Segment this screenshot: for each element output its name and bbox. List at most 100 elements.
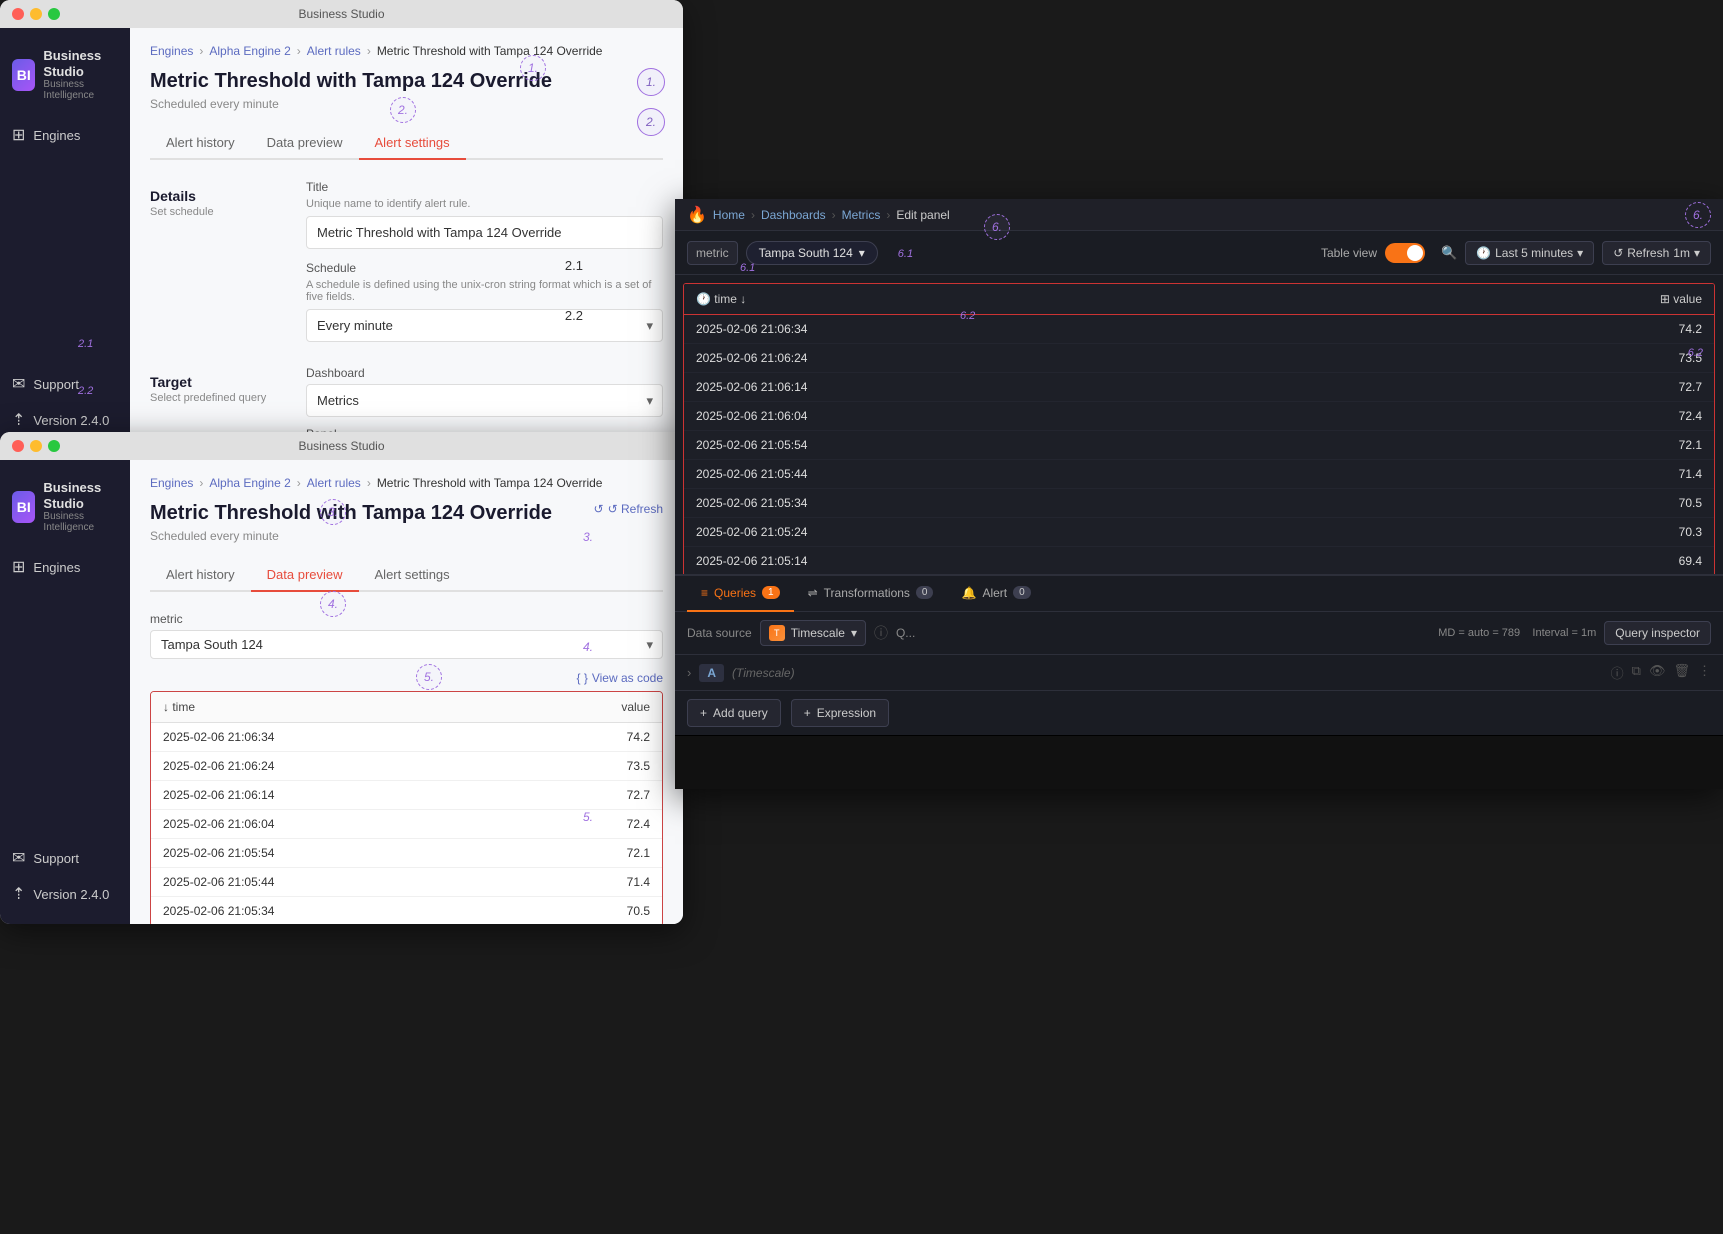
gf-table-container: 🕐 time ↓ ⊞ value 2025-02-06 21:06:3474.2…: [683, 283, 1715, 574]
gf-tab-queries[interactable]: ≡ Queries 1: [687, 576, 794, 612]
preview-time-cell: 2025-02-06 21:06:24: [151, 752, 519, 781]
sidebar-support-mid[interactable]: ✉ Support: [0, 840, 130, 876]
annotation-label-62: 6.2: [960, 310, 975, 322]
data-source-selector[interactable]: T Timescale ▾: [760, 620, 866, 646]
annotation-61: 6.1: [898, 245, 913, 260]
tabs-mid: Alert history Data preview Alert setting…: [150, 559, 663, 592]
ds-query-icon[interactable]: Q...: [896, 626, 915, 640]
support-icon-mid: ✉: [12, 848, 25, 868]
refresh-button[interactable]: ↺ ↺ Refresh: [594, 502, 663, 516]
view-as-code-link[interactable]: { } View as code: [576, 671, 663, 685]
breadcrumb-engines[interactable]: Engines: [150, 44, 193, 58]
close-button[interactable]: [12, 8, 24, 20]
gf-value-cell: 70.5: [1376, 489, 1714, 518]
gf-table-row: 2025-02-06 21:05:2470.3: [684, 518, 1714, 547]
datasource-name: Tampa South 124: [759, 246, 853, 260]
gf-table-row: 2025-02-06 21:06:3474.2: [684, 315, 1714, 344]
breadcrumb-engines-mid[interactable]: Engines: [150, 476, 193, 490]
zoom-out-btn[interactable]: 🔍: [1441, 245, 1457, 261]
view-as-code-label: View as code: [592, 671, 663, 685]
dashboard-select[interactable]: Metrics: [306, 384, 663, 417]
sidebar-item-engines[interactable]: ⊞ Engines: [0, 117, 130, 153]
query-inspector-btn[interactable]: Query inspector: [1604, 621, 1711, 645]
query-action-copy[interactable]: ⧉: [1632, 663, 1641, 682]
close-button-mid[interactable]: [12, 440, 24, 452]
annotation-21-label: 2.1: [565, 258, 583, 273]
tab-alert-history[interactable]: Alert history: [150, 127, 251, 160]
gf-tab-transformations[interactable]: ⇌ Transformations 0: [794, 576, 948, 612]
sidebar-item-support[interactable]: ✉ Support: [0, 366, 130, 402]
query-action-delete[interactable]: 🗑: [1673, 663, 1690, 682]
logo-icon: BI: [12, 59, 35, 91]
add-expression-label: Expression: [817, 706, 876, 720]
add-query-btn[interactable]: + Add query: [687, 699, 781, 727]
table-view-toggle[interactable]: [1385, 243, 1425, 263]
timescale-icon: T: [769, 625, 785, 641]
title-field-desc: Unique name to identify alert rule.: [306, 198, 663, 210]
breadcrumb-current: Metric Threshold with Tampa 124 Override: [377, 44, 603, 58]
breadcrumb-alert-rules[interactable]: Alert rules: [307, 44, 361, 58]
details-sub: Set schedule: [150, 206, 290, 218]
fullscreen-button-mid[interactable]: [48, 440, 60, 452]
query-action-eye[interactable]: 👁: [1649, 663, 1666, 682]
preview-time-cell: 2025-02-06 21:05:34: [151, 897, 519, 925]
gf-breadcrumb-home[interactable]: Home: [713, 208, 745, 222]
tab-data-preview-mid[interactable]: Data preview: [251, 559, 359, 592]
tab-alert-settings-mid[interactable]: Alert settings: [359, 559, 466, 592]
query-action-info[interactable]: ⓘ: [1611, 663, 1624, 682]
view-code-row: { } View as code: [150, 671, 663, 685]
support-icon: ✉: [12, 374, 25, 394]
schedule-select[interactable]: Every minute: [306, 309, 663, 342]
gf-add-query: + Add query + Expression: [675, 691, 1723, 735]
breadcrumb-rules-mid[interactable]: Alert rules: [307, 476, 361, 490]
tab-alert-history-mid[interactable]: Alert history: [150, 559, 251, 592]
annotation-62: 6.2: [1688, 347, 1703, 359]
gf-tab-alert[interactable]: 🔔 Alert 0: [947, 576, 1044, 612]
query-expand-icon[interactable]: ›: [687, 665, 691, 680]
breadcrumb-mid: Engines › Alpha Engine 2 › Alert rules ›…: [150, 476, 663, 490]
ds-info-icon[interactable]: ⓘ: [874, 623, 888, 643]
gf-data-table: 🕐 time ↓ ⊞ value 2025-02-06 21:06:3474.2…: [684, 284, 1714, 574]
time-range-btn[interactable]: 🕐 Last 5 minutes ▾: [1465, 241, 1594, 265]
main-content-back: Engines › Alpha Engine 2 › Alert rules ›…: [130, 28, 683, 450]
logo-title: Business Studio: [43, 48, 118, 79]
gf-metric-tag: metric: [687, 241, 738, 265]
gf-breadcrumb-dashboards[interactable]: Dashboards: [761, 208, 826, 222]
breadcrumb-current-mid: Metric Threshold with Tampa 124 Override: [377, 476, 603, 490]
sidebar-item-engines-mid[interactable]: ⊞ Engines: [0, 549, 130, 585]
md-info: MD = auto = 789 Interval = 1m: [1438, 627, 1596, 639]
breadcrumb-alpha-engine[interactable]: Alpha Engine 2: [209, 44, 290, 58]
query-action-more[interactable]: ⋮: [1698, 663, 1711, 682]
gf-time-cell: 2025-02-06 21:05:14: [684, 547, 1376, 575]
annotation-5: 5.: [583, 810, 593, 824]
preview-time-cell: 2025-02-06 21:05:44: [151, 868, 519, 897]
tab-data-preview[interactable]: Data preview: [251, 127, 359, 160]
tab-alert-settings[interactable]: Alert settings: [359, 127, 466, 160]
details-fields-col: Title Unique name to identify alert rule…: [306, 180, 663, 342]
preview-table-row: 2025-02-06 21:05:4471.4: [151, 868, 662, 897]
refresh-btn-grafana[interactable]: ↺ Refresh 1m ▾: [1602, 241, 1711, 265]
logo-title-mid: Business Studio: [43, 480, 118, 511]
add-expression-btn[interactable]: + Expression: [791, 699, 889, 727]
page-title-group-mid: Metric Threshold with Tampa 124 Override…: [150, 502, 552, 559]
window-title-mid: Business Studio: [298, 439, 384, 453]
fullscreen-button[interactable]: [48, 8, 60, 20]
gf-datasource-pill[interactable]: Tampa South 124 ▾: [746, 241, 878, 265]
title-input[interactable]: [306, 216, 663, 249]
gf-breadcrumb-metrics[interactable]: Metrics: [842, 208, 881, 222]
details-label-col: Details Set schedule: [150, 180, 290, 342]
minimize-button-mid[interactable]: [30, 440, 42, 452]
target-sub: Select predefined query: [150, 392, 290, 404]
minimize-button[interactable]: [30, 8, 42, 20]
window-title-back: Business Studio: [298, 7, 384, 21]
preview-time-cell: 2025-02-06 21:06:14: [151, 781, 519, 810]
breadcrumb-alpha-mid[interactable]: Alpha Engine 2: [209, 476, 290, 490]
page-title-back: Metric Threshold with Tampa 124 Override: [150, 70, 663, 93]
sidebar-version-mid[interactable]: ⇡ Version 2.4.0: [0, 876, 130, 912]
gf-time-cell: 2025-02-06 21:05:54: [684, 431, 1376, 460]
sidebar-bottom: ✉ Support ⇡ Version 2.4.0: [0, 366, 130, 438]
metric-label: metric: [150, 612, 663, 626]
preview-value-cell: 73.5: [519, 752, 662, 781]
add-query-label: Add query: [713, 706, 768, 720]
gf-bottom-black: [675, 735, 1723, 789]
